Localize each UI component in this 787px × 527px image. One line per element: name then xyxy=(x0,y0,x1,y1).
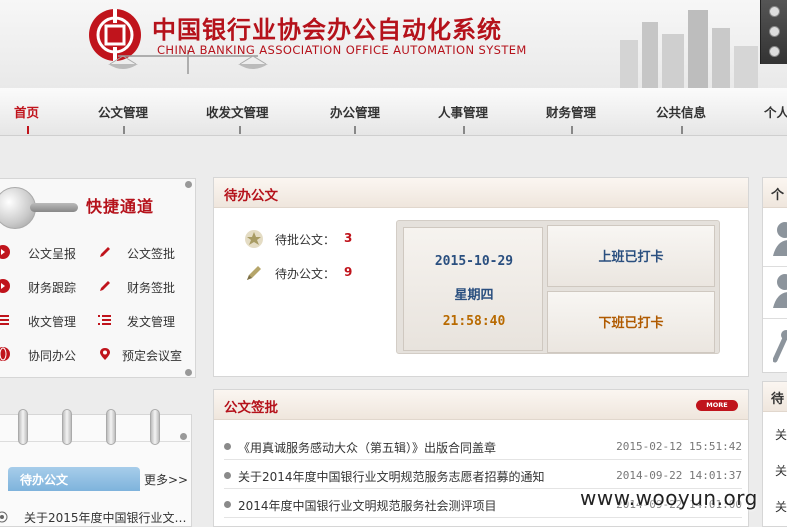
nav-tick xyxy=(681,126,683,134)
system-title-english: CHINA BANKING ASSOCIATION OFFICE AUTOMAT… xyxy=(157,43,527,57)
current-time: 21:58:40 xyxy=(442,314,506,329)
nav-item-personal[interactable]: 个人 xyxy=(764,102,787,121)
ring-line xyxy=(0,441,190,442)
bar-decoration xyxy=(30,203,78,212)
pending-todo-label: 待办公文： xyxy=(275,267,336,281)
panel-title: 待办公文 xyxy=(224,188,278,204)
nav-item-documents[interactable]: 公文管理 xyxy=(98,102,148,121)
quick-link-finance-tracking[interactable]: 财务跟踪 xyxy=(28,279,76,296)
panel-title: 个 xyxy=(763,178,787,208)
user-icon xyxy=(773,222,787,256)
todo-list-item[interactable]: 关于2015年度中国银行业文… xyxy=(24,509,187,526)
todo-right-panel: 待 关 关 关 xyxy=(762,381,787,527)
nav-tick xyxy=(571,126,573,134)
pending-panel: 待办公文 待批公文： 3 待办公文： 9 2015-10-29 星期四 21:5… xyxy=(213,177,749,377)
panel-title: 待 xyxy=(763,382,787,412)
clock-out-button[interactable]: 下班已打卡 xyxy=(547,291,715,353)
nav-tick xyxy=(27,126,29,134)
personal-panel: 个 xyxy=(762,177,787,373)
nav-tick xyxy=(354,126,356,134)
nav-tick xyxy=(123,126,125,134)
quick-link-submit-document[interactable]: 公文呈报 xyxy=(28,245,76,262)
corner-dot xyxy=(185,369,192,376)
corner-dot xyxy=(180,433,187,440)
document-time: 2014-09-22 14:01:37 xyxy=(616,469,742,482)
user-icon xyxy=(773,274,787,308)
window-controls xyxy=(760,0,787,64)
window-button[interactable] xyxy=(769,26,780,37)
divider xyxy=(763,266,787,267)
bullet-icon xyxy=(224,472,231,479)
document-title[interactable]: 关于2014年度中国银行业文明规范服务志愿者招募的通知 xyxy=(238,468,545,485)
binder-ring xyxy=(150,409,160,445)
divider xyxy=(763,318,787,319)
nav-tick xyxy=(463,126,465,134)
binder-ring xyxy=(106,409,116,445)
wrench-icon xyxy=(773,330,787,363)
more-link[interactable]: 更多>> xyxy=(144,471,188,488)
date-card: 2015-10-29 星期四 21:58:40 xyxy=(403,227,543,351)
nav-item-public-info[interactable]: 公共信息 xyxy=(656,102,706,121)
binder-ring xyxy=(18,409,28,445)
nav-item-office[interactable]: 办公管理 xyxy=(330,102,380,121)
pen-icon xyxy=(100,281,110,291)
star-badge-icon xyxy=(245,230,263,248)
table-row[interactable]: 关于2014年度中国银行业文明规范服务志愿者招募的通知 2014-09-22 1… xyxy=(224,461,742,489)
window-button[interactable] xyxy=(769,46,780,57)
current-date: 2015-10-29 xyxy=(434,254,514,269)
quick-link-collaboration[interactable]: 协同办公 xyxy=(28,347,76,364)
todo-notebook-panel: 待办公文 更多>> 关于2015年度中国银行业文… xyxy=(0,409,192,527)
document-time: 2015-02-12 15:51:42 xyxy=(616,440,742,453)
binder-ring xyxy=(62,409,72,445)
quick-link-incoming-docs[interactable]: 收文管理 xyxy=(28,313,76,330)
skyline-decoration xyxy=(620,10,758,88)
list-item[interactable]: 关 xyxy=(775,426,787,443)
list-icon xyxy=(98,315,111,325)
nav-item-home[interactable]: 首页 xyxy=(14,102,39,121)
quick-access-title: 快捷通道 xyxy=(86,197,155,216)
document-title[interactable]: 《用真诚服务感动大众（第五辑）》出版合同盖章 xyxy=(238,439,496,456)
arrow-right-icon xyxy=(0,279,10,293)
nav-item-dispatch[interactable]: 收发文管理 xyxy=(206,102,269,121)
system-title: 中国银行业协会办公自动化系统 xyxy=(152,15,502,44)
header: 中国银行业协会办公自动化系统 CHINA BANKING ASSOCIATION… xyxy=(0,0,787,88)
document-title[interactable]: 2014年度中国银行业文明规范服务社会测评项目 xyxy=(238,497,497,514)
current-weekday: 星期四 xyxy=(454,288,494,303)
quick-access-panel: 快捷通道 公文呈报 公文签批 财务跟踪 财务签批 收文管理 发文管理 协同办公 … xyxy=(0,178,196,378)
globe-icon xyxy=(0,347,10,361)
window-button[interactable] xyxy=(769,6,780,17)
main-nav: 首页 公文管理 收发文管理 办公管理 人事管理 财务管理 公共信息 个人 xyxy=(0,88,787,136)
clock-in-button[interactable]: 上班已打卡 xyxy=(547,225,715,287)
list-item[interactable]: 关 xyxy=(775,462,787,479)
pending-approval-label: 待批公文： xyxy=(275,233,336,247)
bullet-icon xyxy=(224,443,231,450)
pen-icon xyxy=(100,247,110,257)
attendance-clock-box: 2015-10-29 星期四 21:58:40 上班已打卡 下班已打卡 xyxy=(396,220,720,354)
radio-bullet-icon xyxy=(0,511,8,523)
todo-tab[interactable]: 待办公文 xyxy=(8,467,140,491)
panel-title: 公文签批 xyxy=(224,400,278,416)
quick-link-approve-document[interactable]: 公文签批 xyxy=(127,245,175,262)
quick-link-book-meeting-room[interactable]: 预定会议室 xyxy=(122,347,182,364)
table-row[interactable]: 《用真诚服务感动大众（第五辑）》出版合同盖章 2015-02-12 15:51:… xyxy=(224,432,742,460)
list-item[interactable]: 关 xyxy=(775,498,787,515)
pencil-icon xyxy=(247,266,261,280)
quick-link-finance-approval[interactable]: 财务签批 xyxy=(127,279,175,296)
location-pin-icon xyxy=(100,348,110,360)
watermark: www.wooyun.org xyxy=(580,486,758,510)
pending-todo-count[interactable]: 9 xyxy=(344,265,352,279)
arrow-right-icon xyxy=(0,245,10,259)
panel-header: 待办公文 xyxy=(214,178,748,208)
panel-header: 公文签批 MORE xyxy=(214,390,748,420)
nav-tick xyxy=(239,126,241,134)
more-button[interactable]: MORE xyxy=(696,400,738,411)
nav-item-finance[interactable]: 财务管理 xyxy=(546,102,596,121)
pending-approval-count[interactable]: 3 xyxy=(344,231,352,245)
bullet-icon xyxy=(224,501,231,508)
nav-item-hr[interactable]: 人事管理 xyxy=(438,102,488,121)
quick-link-outgoing-docs[interactable]: 发文管理 xyxy=(127,313,175,330)
corner-dot xyxy=(185,181,192,188)
list-icon xyxy=(0,315,9,325)
